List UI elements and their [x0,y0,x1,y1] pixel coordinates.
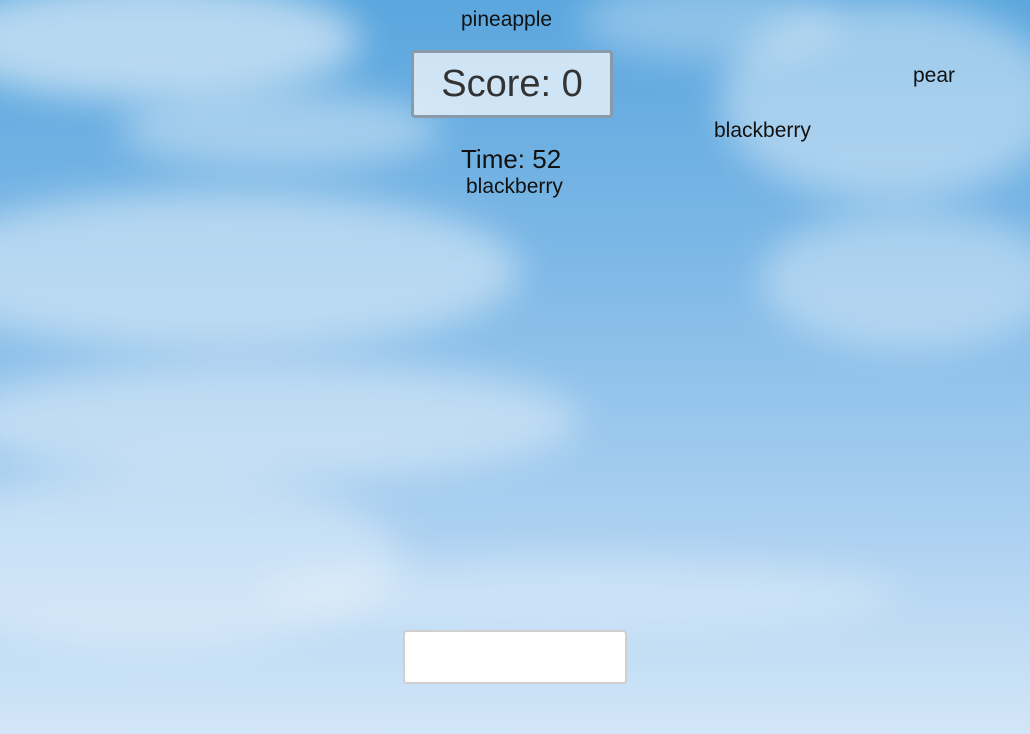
score-display: Score: 0 [411,50,613,118]
timer-display: Time: 52 [461,144,561,175]
score-label: Score: 0 [441,62,583,105]
falling-word: blackberry [466,175,563,198]
falling-word: blackberry [714,119,811,142]
timer-label: Time: 52 [461,144,562,174]
falling-word: pineapple [461,8,553,31]
word-input[interactable] [403,630,627,684]
falling-word: pear [913,64,956,87]
